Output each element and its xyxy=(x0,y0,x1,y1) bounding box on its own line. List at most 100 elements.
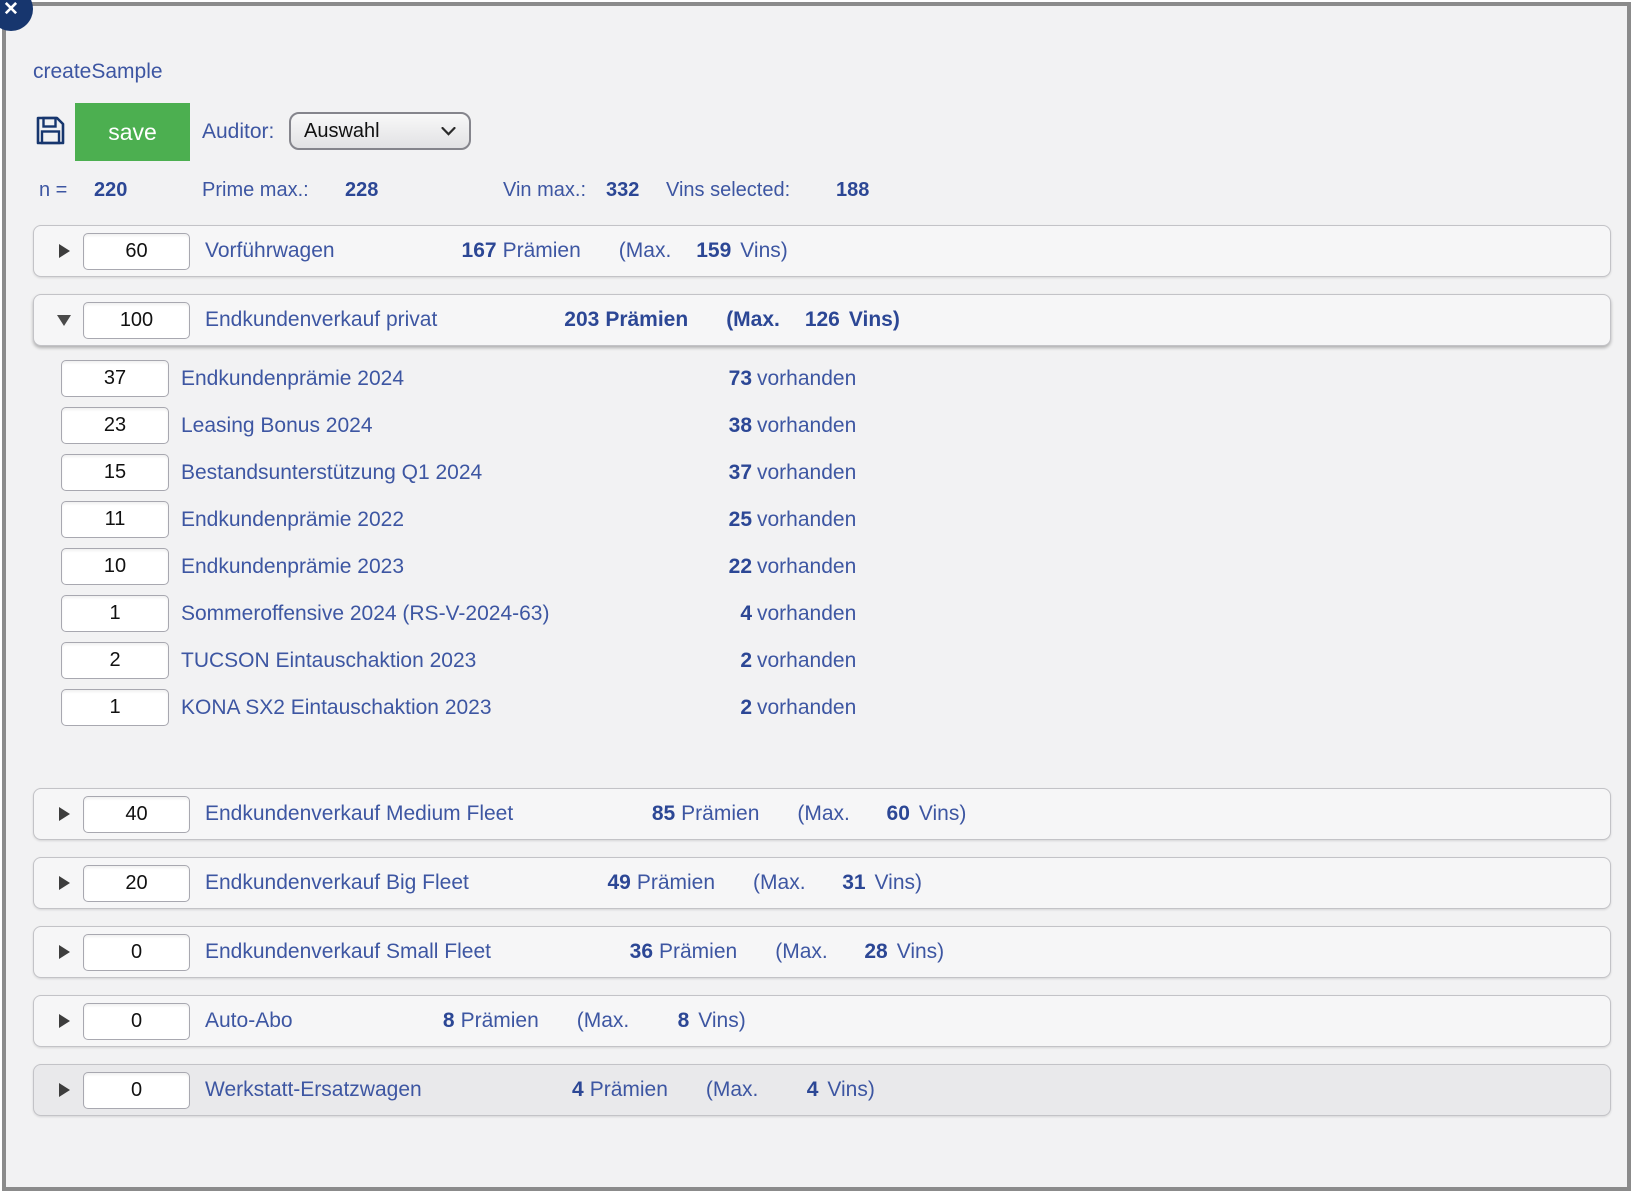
campaign-available-count: 25 xyxy=(692,508,752,532)
campaign-count-input[interactable] xyxy=(61,454,169,491)
section-max-vins: 28 xyxy=(828,940,888,964)
chevron-down-icon xyxy=(441,127,456,136)
section-row: Endkundenverkauf Small Fleet 36 Prämien … xyxy=(33,926,1611,978)
campaign-label: Leasing Bonus 2024 xyxy=(181,414,692,438)
disclosure-triangle-icon[interactable] xyxy=(57,876,71,890)
section-vins-word: Vins) xyxy=(849,308,900,332)
campaign-available-word: vorhanden xyxy=(757,696,856,720)
campaign-count-input[interactable] xyxy=(61,407,169,444)
section-label: Endkundenverkauf Big Fleet xyxy=(205,871,469,895)
section-label: Werkstatt-Ersatzwagen xyxy=(205,1078,422,1102)
campaign-row: Endkundenprämie 2024 73 vorhanden xyxy=(33,360,1611,397)
campaign-label: Endkundenprämie 2022 xyxy=(181,508,692,532)
section-praemien-word: Prämien xyxy=(503,239,581,263)
section-max-open: (Max. xyxy=(753,871,806,895)
stat-vin-max-label: Vin max.: xyxy=(503,179,586,201)
campaign-label: Bestandsunterstützung Q1 2024 xyxy=(181,461,692,485)
section-max-open: (Max. xyxy=(775,940,828,964)
stat-n-label: n = xyxy=(39,179,67,201)
section-count-input[interactable] xyxy=(83,934,190,971)
stat-vins-selected-value: 188 xyxy=(836,179,869,202)
stat-prime-max: Prime max.: 228 xyxy=(202,179,309,202)
section-label: Endkundenverkauf privat xyxy=(205,308,437,332)
campaign-count-input[interactable] xyxy=(61,595,169,632)
campaign-label: Sommeroffensive 2024 (RS-V-2024-63) xyxy=(181,602,692,626)
campaign-available-word: vorhanden xyxy=(757,555,856,579)
sections: Vorführwagen 167 Prämien (Max. 159 Vins)… xyxy=(33,225,1611,1133)
window-frame: ✕ createSample save Auditor: Auswahl n =… xyxy=(2,2,1631,1191)
stat-prime-max-label: Prime max.: xyxy=(202,179,309,201)
stat-n: n = 220 xyxy=(39,179,67,202)
section-label: Vorführwagen xyxy=(205,239,335,263)
campaign-available-count: 2 xyxy=(692,649,752,673)
auditor-select[interactable]: Auswahl xyxy=(289,112,471,150)
section-max-vins: 126 xyxy=(780,308,840,332)
stat-prime-max-value: 228 xyxy=(345,179,378,202)
stat-vins-selected: Vins selected: 188 xyxy=(666,179,790,202)
section-praemien-count: 49 xyxy=(581,871,631,895)
auditor-label: Auditor: xyxy=(202,120,274,144)
auditor-select-value: Auswahl xyxy=(304,120,441,143)
campaign-available-word: vorhanden xyxy=(757,649,856,673)
section-count-input[interactable] xyxy=(83,233,190,270)
campaign-available-count: 4 xyxy=(692,602,752,626)
section-vins-word: Vins) xyxy=(875,871,922,895)
campaign-list: Endkundenprämie 2024 73 vorhanden Leasin… xyxy=(33,346,1611,726)
campaign-row: Endkundenprämie 2022 25 vorhanden xyxy=(33,501,1611,538)
disclosure-triangle-icon[interactable] xyxy=(57,1083,71,1097)
section-label: Auto-Abo xyxy=(205,1009,293,1033)
section-label: Endkundenverkauf Medium Fleet xyxy=(205,802,513,826)
stat-vin-max-value: 332 xyxy=(606,179,639,202)
section-vins-word: Vins) xyxy=(919,802,966,826)
disclosure-triangle-icon[interactable] xyxy=(57,945,71,959)
campaign-row: Sommeroffensive 2024 (RS-V-2024-63) 4 vo… xyxy=(33,595,1611,632)
section-max-vins: 31 xyxy=(806,871,866,895)
campaign-available-word: vorhanden xyxy=(757,508,856,532)
campaign-available-word: vorhanden xyxy=(757,461,856,485)
section-max-open: (Max. xyxy=(726,308,780,332)
section-praemien-word: Prämien xyxy=(659,940,737,964)
section-max-open: (Max. xyxy=(619,239,672,263)
campaign-count-input[interactable] xyxy=(61,548,169,585)
section-praemien-word: Prämien xyxy=(461,1009,539,1033)
section-count-input[interactable] xyxy=(83,796,190,833)
disclosure-triangle-icon[interactable] xyxy=(57,1014,71,1028)
save-button[interactable]: save xyxy=(75,103,190,161)
section-vins-word: Vins) xyxy=(897,940,944,964)
campaign-label: KONA SX2 Eintauschaktion 2023 xyxy=(181,696,692,720)
disclosure-triangle-icon[interactable] xyxy=(57,244,71,258)
disclosure-triangle-icon[interactable] xyxy=(57,315,71,326)
section-count-input[interactable] xyxy=(83,302,190,339)
close-icon[interactable]: ✕ xyxy=(0,0,33,31)
campaign-count-input[interactable] xyxy=(61,642,169,679)
section-praemien-count: 167 xyxy=(447,239,497,263)
section-count-input[interactable] xyxy=(83,1003,190,1040)
section-row: Endkundenverkauf Big Fleet 49 Prämien (M… xyxy=(33,857,1611,909)
disclosure-triangle-icon[interactable] xyxy=(57,807,71,821)
campaign-count-input[interactable] xyxy=(61,689,169,726)
section-praemien-word: Prämien xyxy=(605,308,688,332)
page-title: createSample xyxy=(33,60,163,84)
campaign-count-input[interactable] xyxy=(61,501,169,538)
close-x-glyph: ✕ xyxy=(3,0,19,21)
section-row: Werkstatt-Ersatzwagen 4 Prämien (Max. 4 … xyxy=(33,1064,1611,1116)
section-praemien-count: 85 xyxy=(625,802,675,826)
campaign-available-word: vorhanden xyxy=(757,414,856,438)
section-count-input[interactable] xyxy=(83,865,190,902)
section-vins-word: Vins) xyxy=(827,1078,874,1102)
save-disk-icon[interactable] xyxy=(34,114,67,147)
stat-vin-max: Vin max.: 332 xyxy=(503,179,586,202)
section-praemien-word: Prämien xyxy=(637,871,715,895)
section-max-vins: 60 xyxy=(850,802,910,826)
section-row: Vorführwagen 167 Prämien (Max. 159 Vins) xyxy=(33,225,1611,277)
section-row: Endkundenverkauf privat 203 Prämien (Max… xyxy=(33,294,1611,346)
section-row: Auto-Abo 8 Prämien (Max. 8 Vins) xyxy=(33,995,1611,1047)
campaign-available-count: 2 xyxy=(692,696,752,720)
campaign-count-input[interactable] xyxy=(61,360,169,397)
campaign-available-count: 38 xyxy=(692,414,752,438)
section-count-input[interactable] xyxy=(83,1072,190,1109)
campaign-available-count: 73 xyxy=(692,367,752,391)
section-praemien-count: 8 xyxy=(405,1009,455,1033)
section-max-vins: 8 xyxy=(629,1009,689,1033)
section-vins-word: Vins) xyxy=(740,239,787,263)
